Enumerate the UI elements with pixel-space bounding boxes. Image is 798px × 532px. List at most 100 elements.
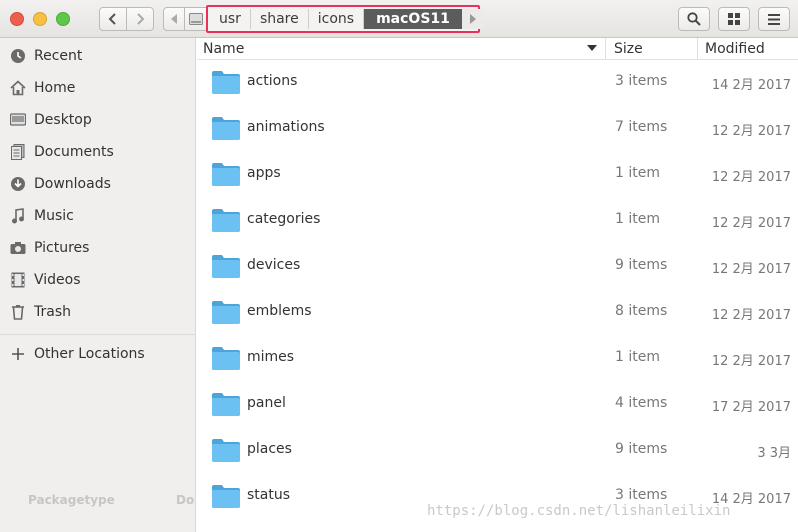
sidebar-item-documents[interactable]: Documents [0, 138, 196, 166]
file-name: status [247, 487, 291, 503]
forward-button[interactable] [126, 7, 154, 31]
table-row[interactable]: panel 4 items 17 2月 2017 [197, 382, 798, 428]
table-row[interactable]: emblems 8 items 12 2月 2017 [197, 290, 798, 336]
watermark: https://blog.csdn.net/lishanleilixin [427, 503, 731, 519]
sidebar-item-recent[interactable]: Recent [0, 42, 196, 70]
grid-icon [728, 13, 740, 25]
column-separator [605, 38, 606, 60]
sidebar-item-label: Desktop [34, 112, 92, 128]
path-scroll-right-button[interactable] [461, 9, 484, 29]
folder-icon [211, 391, 241, 417]
breadcrumb: usr share icons macOS11 [206, 5, 484, 33]
home-icon [9, 79, 27, 97]
sidebar-item-music[interactable]: Music [0, 202, 196, 230]
disk-crumb[interactable] [185, 7, 207, 31]
column-separator [697, 38, 698, 60]
film-icon [9, 271, 27, 289]
column-modified-header[interactable]: Modified [705, 41, 765, 57]
download-icon [9, 175, 27, 193]
file-size: 1 item [615, 165, 660, 181]
desktop-icon [9, 111, 27, 129]
column-name-header[interactable]: Name [203, 41, 244, 57]
sidebar-item-label: Recent [34, 48, 83, 64]
trash-icon [9, 303, 27, 321]
folder-icon [211, 437, 241, 463]
sidebar-item-desktop[interactable]: Desktop [0, 106, 196, 134]
file-name: categories [247, 211, 321, 227]
chevron-left-icon [108, 13, 116, 25]
sidebar-item-label: Music [34, 208, 74, 224]
music-icon [9, 207, 27, 225]
file-modified: 17 2月 2017 [711, 400, 791, 415]
chevron-right-icon [137, 13, 145, 25]
search-button[interactable] [678, 7, 710, 31]
crumb-usr[interactable]: usr [210, 9, 251, 29]
disk-icon [189, 13, 203, 25]
crumb-macos11[interactable]: macOS11 [364, 9, 462, 29]
sidebar-item-home[interactable]: Home [0, 74, 196, 102]
folder-icon [211, 345, 241, 371]
file-list: Name Size Modified actions 3 items 14 2月 2… [197, 38, 798, 532]
file-modified: 12 2月 2017 [711, 354, 791, 369]
path-scroll-left-button[interactable] [163, 7, 185, 31]
folder-icon [211, 299, 241, 325]
column-header: Name Size Modified [197, 38, 798, 60]
close-window-button[interactable] [10, 12, 24, 26]
file-size: 8 items [615, 303, 668, 319]
file-size: 1 item [615, 349, 660, 365]
triangle-left-icon [171, 14, 177, 24]
file-modified: 14 2月 2017 [711, 78, 791, 93]
crumb-share[interactable]: share [251, 9, 309, 29]
table-row[interactable]: categories 1 item 12 2月 2017 [197, 198, 798, 244]
file-name: mimes [247, 349, 295, 365]
sidebar-item-label: Home [34, 80, 76, 96]
file-name: emblems [247, 303, 312, 319]
folder-icon [211, 161, 241, 187]
sidebar-item-downloads[interactable]: Downloads [0, 170, 196, 198]
sidebar-item-trash[interactable]: Trash [0, 298, 196, 326]
sidebar-divider [0, 334, 196, 335]
file-modified: 12 2月 2017 [711, 170, 791, 185]
table-row[interactable]: apps 1 item 12 2月 2017 [197, 152, 798, 198]
sidebar-item-other-locations[interactable]: Other Locations [0, 340, 196, 368]
table-row[interactable]: places 9 items 3 3月 [197, 428, 798, 474]
file-name: apps [247, 165, 281, 181]
file-modified: 3 3月 [757, 446, 791, 461]
sort-descending-icon[interactable] [587, 45, 597, 51]
file-size: 3 items [615, 487, 668, 503]
plus-icon [9, 345, 27, 363]
view-toggle-button[interactable] [718, 7, 750, 31]
sidebar-item-pictures[interactable]: Pictures [0, 234, 196, 262]
triangle-right-icon [469, 14, 476, 24]
header-bar: usr share icons macOS11 [0, 0, 798, 38]
file-name: panel [247, 395, 286, 411]
background-ghost-text: Packagetype [28, 493, 115, 507]
search-icon [687, 12, 701, 26]
file-name: animations [247, 119, 325, 135]
camera-icon [9, 239, 27, 257]
maximize-window-button[interactable] [56, 12, 70, 26]
documents-icon [9, 143, 27, 161]
file-size: 7 items [615, 119, 668, 135]
table-row[interactable]: devices 9 items 12 2月 2017 [197, 244, 798, 290]
crumb-icons[interactable]: icons [309, 9, 365, 29]
table-row[interactable]: animations 7 items 12 2月 2017 [197, 106, 798, 152]
folder-icon [211, 207, 241, 233]
file-size: 9 items [615, 441, 668, 457]
column-size-header[interactable]: Size [614, 41, 643, 57]
sidebar-item-label: Trash [34, 304, 71, 320]
table-row[interactable]: actions 3 items 14 2月 2017 [197, 60, 798, 106]
table-row[interactable]: mimes 1 item 12 2月 2017 [197, 336, 798, 382]
file-modified: 12 2月 2017 [711, 216, 791, 231]
file-size: 9 items [615, 257, 668, 273]
menu-button[interactable] [758, 7, 790, 31]
file-size: 3 items [615, 73, 668, 89]
back-button[interactable] [99, 7, 127, 31]
folder-icon [211, 69, 241, 95]
minimize-window-button[interactable] [33, 12, 47, 26]
sidebar-item-videos[interactable]: Videos [0, 266, 196, 294]
sidebar-item-label: Documents [34, 144, 114, 160]
sidebar-item-label: Downloads [34, 176, 111, 192]
clock-icon [9, 47, 27, 65]
hamburger-icon [768, 13, 780, 25]
